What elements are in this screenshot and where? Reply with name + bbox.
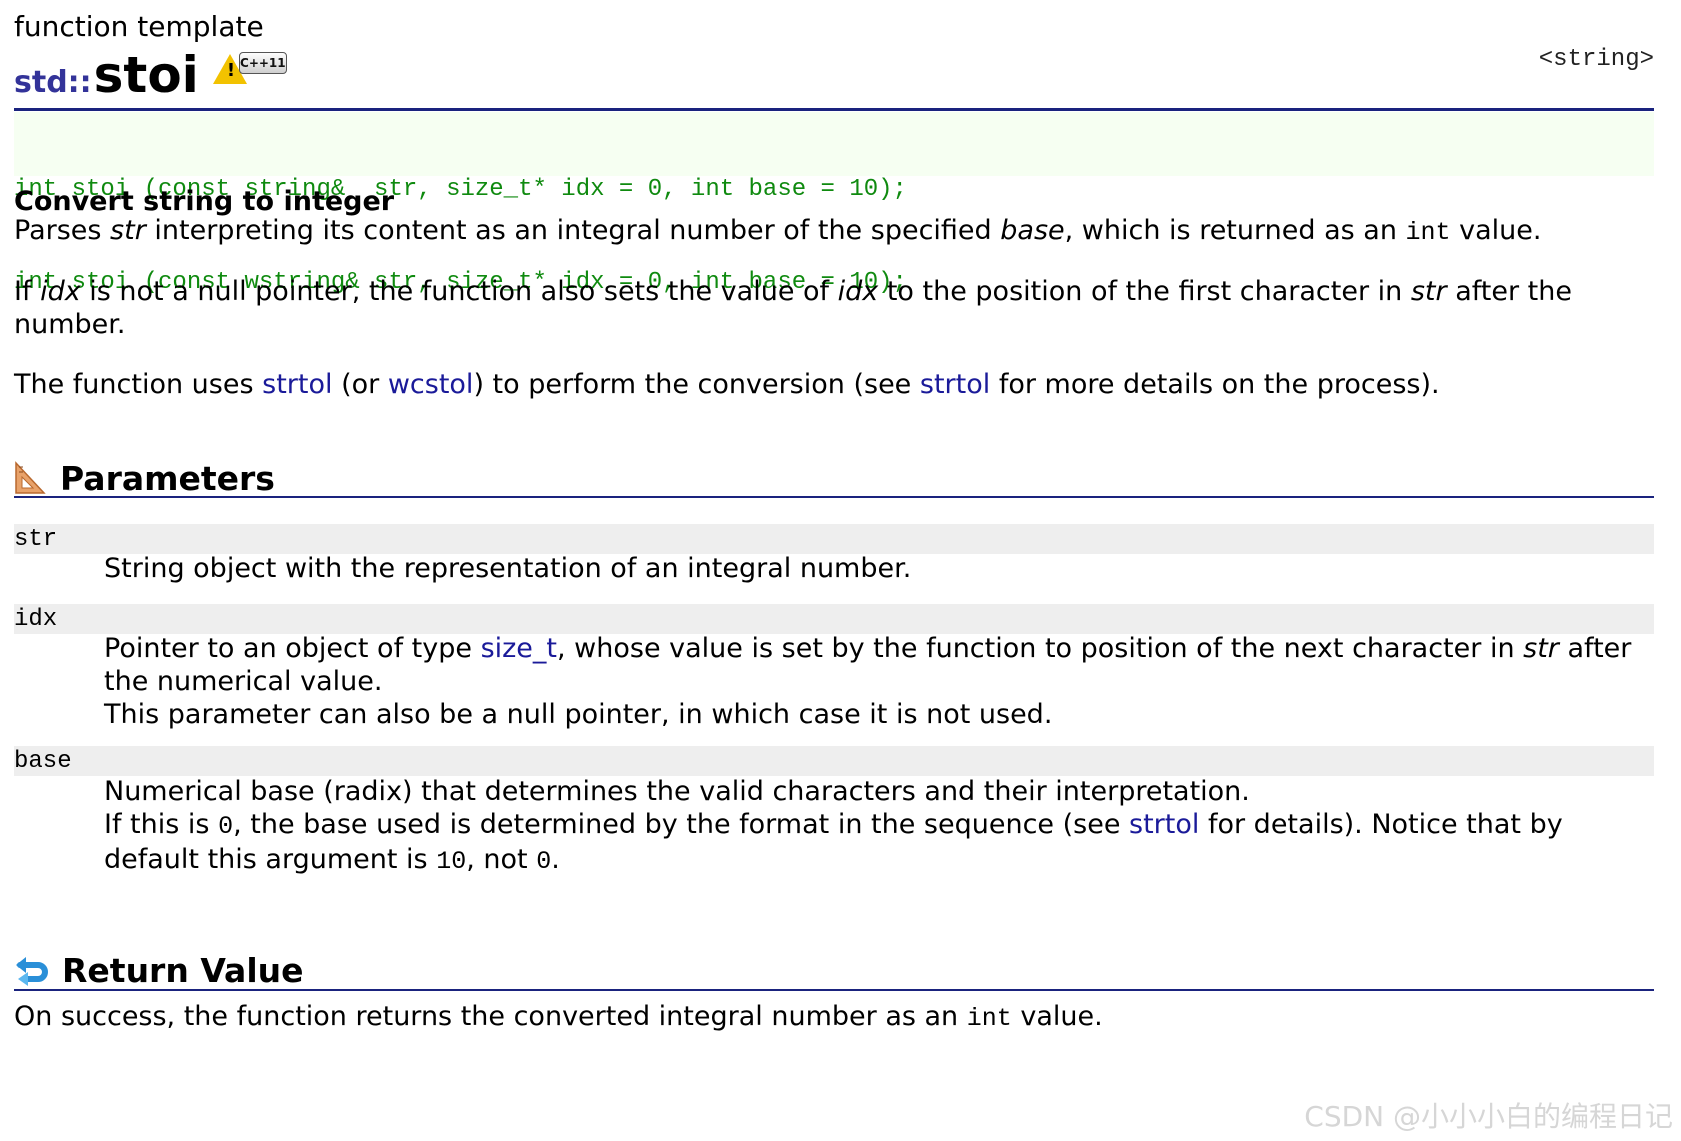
code-zero: 0 bbox=[536, 847, 552, 876]
text: , the base used is determined by the for… bbox=[233, 809, 1130, 840]
section-divider bbox=[14, 989, 1654, 991]
namespace-label: std:: bbox=[14, 65, 92, 100]
page-title: std:: stoi ! C++11 bbox=[14, 46, 287, 106]
text: The function uses bbox=[14, 369, 263, 400]
watermark: CSDN @小小小白的编程日记 bbox=[1304, 1100, 1673, 1133]
warning-exclamation: ! bbox=[226, 60, 236, 81]
text: . bbox=[551, 844, 560, 875]
description-paragraph-3: The function uses strtol (or wcstol) to … bbox=[14, 368, 1654, 401]
cpp11-badge[interactable]: ! C++11 bbox=[212, 52, 287, 86]
return-title: Return Value bbox=[62, 950, 304, 990]
text: is not a null pointer, the function also… bbox=[80, 276, 838, 307]
text: value. bbox=[1011, 1001, 1103, 1032]
function-name: stoi bbox=[93, 46, 199, 104]
parameters-title: Parameters bbox=[60, 458, 275, 498]
text: for more details on the process). bbox=[990, 369, 1440, 400]
param-ref-base: base bbox=[1000, 215, 1065, 246]
code-int: int bbox=[966, 1004, 1012, 1033]
text: Numerical base (radix) that determines t… bbox=[104, 776, 1250, 807]
text: On success, the function returns the con… bbox=[14, 1001, 967, 1032]
link-strtol[interactable]: strtol bbox=[262, 369, 332, 400]
text: Pointer to an object of type bbox=[104, 633, 481, 664]
text: , which is returned as an bbox=[1064, 215, 1406, 246]
description-paragraph-1: Parses str interpreting its content as a… bbox=[14, 214, 1654, 249]
code-int: int bbox=[1405, 218, 1451, 247]
text: This parameter can also be a null pointe… bbox=[104, 699, 1053, 730]
set-square-ruler-icon bbox=[15, 461, 46, 494]
param-ref-idx: idx bbox=[40, 276, 81, 307]
text: If this is bbox=[104, 809, 219, 840]
param-desc-str: String object with the representation of… bbox=[104, 553, 912, 584]
param-name-idx: idx bbox=[14, 604, 1654, 634]
title-divider bbox=[14, 108, 1654, 111]
text: , whose value is set by the function to … bbox=[557, 633, 1524, 664]
text: ) to perform the conversion (see bbox=[473, 369, 920, 400]
text: to the position of the first character i… bbox=[878, 276, 1411, 307]
link-size-t[interactable]: size_t bbox=[481, 633, 557, 664]
param-ref-str: str bbox=[110, 215, 146, 246]
link-strtol[interactable]: strtol bbox=[920, 369, 990, 400]
param-name-base: base bbox=[14, 746, 1654, 776]
param-desc-base: Numerical base (radix) that determines t… bbox=[104, 775, 1654, 878]
code-zero: 0 bbox=[218, 812, 234, 841]
section-divider bbox=[14, 496, 1654, 498]
text: Parses bbox=[14, 215, 111, 246]
link-wcstol[interactable]: wcstol bbox=[388, 369, 474, 400]
text: , not bbox=[466, 844, 537, 875]
param-ref-idx: idx bbox=[837, 276, 879, 307]
text: interpreting its content as an integral … bbox=[145, 215, 1001, 246]
short-description: Convert string to integer bbox=[14, 186, 395, 217]
parameters-section-header: Parameters bbox=[14, 458, 1654, 498]
param-ref-str: str bbox=[1410, 276, 1447, 307]
text: value. bbox=[1450, 215, 1542, 246]
return-description: On success, the function returns the con… bbox=[14, 1000, 1654, 1035]
param-name-str: str bbox=[14, 524, 1654, 554]
text: If bbox=[14, 276, 41, 307]
header-link[interactable]: <string> bbox=[1539, 46, 1654, 73]
return-arrow-icon bbox=[16, 957, 48, 986]
return-section-header: Return Value bbox=[14, 950, 1654, 990]
param-ref-str: str bbox=[1523, 633, 1559, 664]
code-ten: 10 bbox=[436, 847, 467, 876]
prototype-block: int stoi (const string& str, size_t* idx… bbox=[14, 112, 1654, 296]
cpp11-label: C++11 bbox=[238, 52, 287, 74]
text: (or bbox=[332, 369, 388, 400]
description-paragraph-2: If idx is not a null pointer, the functi… bbox=[14, 275, 1654, 341]
link-strtol[interactable]: strtol bbox=[1129, 809, 1199, 840]
entity-kind: function template bbox=[14, 10, 264, 43]
param-desc-idx: Pointer to an object of type size_t, who… bbox=[104, 632, 1654, 731]
